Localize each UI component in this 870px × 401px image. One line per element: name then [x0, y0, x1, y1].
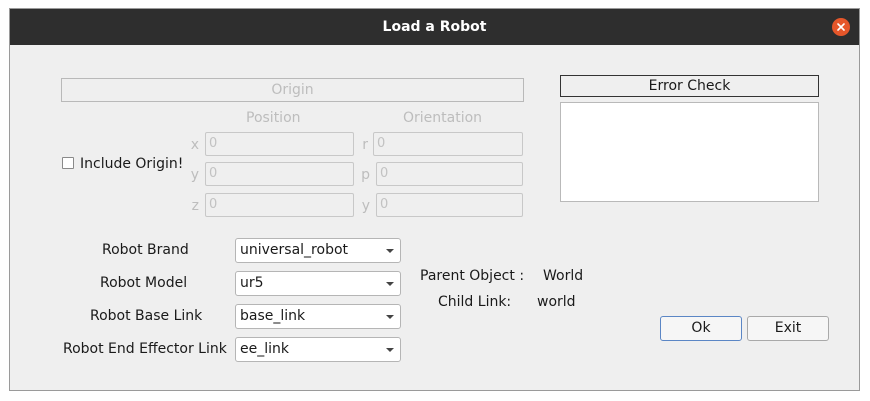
y-orient-axis-label: y: [361, 198, 370, 214]
position-label: Position: [246, 110, 301, 126]
orientation-y-field[interactable]: 0: [376, 193, 523, 217]
chevron-down-icon: [386, 348, 394, 352]
robot-base-link-select[interactable]: base_link: [235, 304, 401, 329]
error-check-header: Error Check: [560, 75, 819, 97]
p-axis-label: p: [361, 167, 370, 183]
title-bar: Load a Robot: [10, 9, 859, 45]
parent-object-value: World: [543, 268, 584, 284]
position-y-field[interactable]: 0: [205, 162, 354, 186]
exit-button[interactable]: Exit: [747, 316, 829, 341]
chevron-down-icon: [386, 282, 394, 286]
y-axis-label: y: [190, 167, 199, 183]
robot-brand-value: universal_robot: [240, 242, 349, 258]
load-robot-dialog: Load a Robot Origin Position Orientation…: [9, 8, 860, 391]
chevron-down-icon: [386, 315, 394, 319]
child-link-value: world: [537, 294, 576, 310]
position-z-field[interactable]: 0: [205, 193, 354, 217]
robot-base-link-value: base_link: [240, 308, 306, 324]
orientation-p-field[interactable]: 0: [376, 162, 523, 186]
robot-ee-link-select[interactable]: ee_link: [235, 337, 401, 362]
position-x-field[interactable]: 0: [205, 132, 354, 156]
parent-object-label: Parent Object :: [420, 268, 525, 284]
include-origin-label: Include Origin!: [80, 156, 184, 172]
r-axis-label: r: [362, 137, 368, 153]
child-link-label: Child Link:: [438, 294, 512, 310]
orientation-r-field[interactable]: 0: [373, 132, 523, 156]
robot-brand-select[interactable]: universal_robot: [235, 238, 401, 263]
ok-button[interactable]: Ok: [660, 316, 742, 341]
close-button[interactable]: [832, 18, 850, 36]
robot-base-link-label: Robot Base Link: [90, 308, 203, 324]
robot-model-select[interactable]: ur5: [235, 271, 401, 296]
robot-brand-label: Robot Brand: [102, 242, 189, 258]
close-icon: [837, 23, 845, 31]
window-title: Load a Robot: [382, 19, 487, 35]
z-axis-label: z: [191, 198, 199, 214]
robot-ee-link-label: Robot End Effector Link: [63, 341, 227, 357]
chevron-down-icon: [386, 249, 394, 253]
x-axis-label: x: [190, 137, 199, 153]
origin-header: Origin: [61, 78, 524, 102]
robot-model-value: ur5: [240, 275, 264, 291]
orientation-label: Orientation: [403, 110, 483, 126]
robot-model-label: Robot Model: [100, 275, 188, 291]
error-check-box[interactable]: [560, 102, 819, 202]
robot-ee-link-value: ee_link: [240, 341, 289, 357]
include-origin-checkbox[interactable]: [62, 157, 74, 169]
